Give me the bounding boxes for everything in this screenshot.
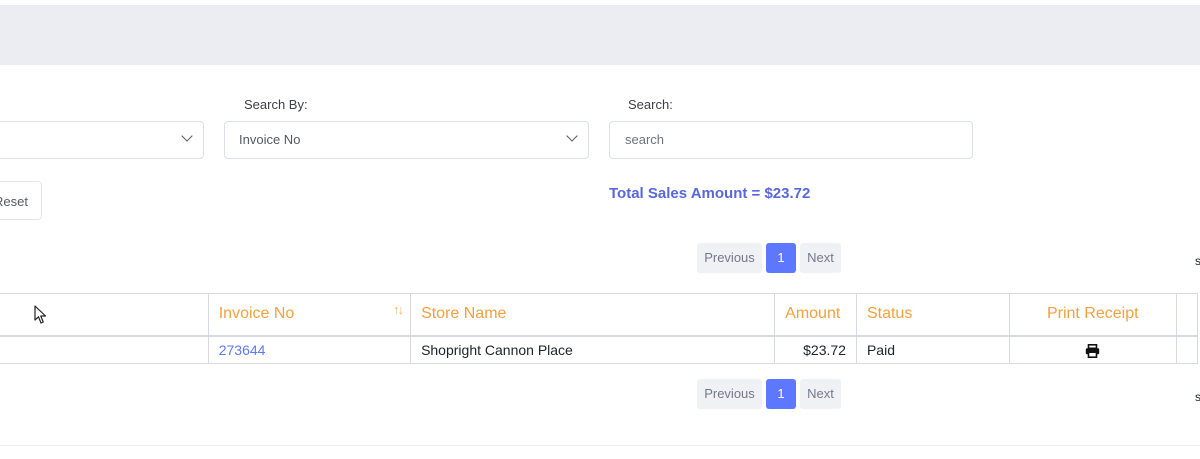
current-page-button[interactable]: 1 <box>766 379 796 409</box>
footer-divider <box>0 445 1200 446</box>
filter-select[interactable] <box>0 121 204 159</box>
next-page-button[interactable]: Next <box>800 243 841 273</box>
top-bar <box>0 5 1200 65</box>
amount-cell: $23.72 <box>774 335 857 364</box>
current-page-button[interactable]: 1 <box>766 243 796 273</box>
sort-arrows-icon[interactable]: ↑↓ <box>393 302 404 317</box>
table-row: 273644 Shopright Cannon Place $23.72 Pai… <box>0 335 1199 364</box>
edge-text-bottom: s <box>1195 390 1200 404</box>
column-header-amount[interactable]: Amount <box>774 293 857 337</box>
row-cell-overflow <box>1175 335 1199 364</box>
search-label: Search: <box>628 97 673 112</box>
invoice-no-value[interactable]: 273644 <box>219 342 266 358</box>
previous-page-button[interactable]: Previous <box>697 243 762 273</box>
store-name-cell: Shopright Cannon Place <box>410 335 776 364</box>
invoice-no-header-label: Invoice No <box>218 305 295 323</box>
next-page-button[interactable]: Next <box>800 379 841 409</box>
table-header-row: Invoice No ↑↓ Store Name Amount Status P… <box>0 293 1199 337</box>
edge-text-top: s <box>1195 254 1200 268</box>
column-header-overflow <box>1175 293 1199 337</box>
search-field <box>609 121 973 159</box>
search-by-select[interactable]: Invoice No <box>224 121 589 159</box>
row-cell-blank <box>0 335 209 364</box>
printer-icon[interactable] <box>1085 343 1100 358</box>
search-by-label: Search By: <box>244 97 308 112</box>
print-receipt-cell <box>1008 335 1177 364</box>
reset-button-label: Reset <box>0 194 28 209</box>
chevron-down-icon <box>566 130 578 142</box>
status-cell: Paid <box>855 335 1010 364</box>
reset-button[interactable]: Reset <box>0 181 42 220</box>
search-by-value: Invoice No <box>239 132 301 147</box>
mouse-cursor-icon <box>34 305 47 324</box>
previous-page-button[interactable]: Previous <box>697 379 762 409</box>
column-header-invoice-no[interactable]: Invoice No ↑↓ <box>207 293 412 337</box>
column-header-print-receipt: Print Receipt <box>1008 293 1177 337</box>
invoices-table: Invoice No ↑↓ Store Name Amount Status P… <box>0 293 1199 364</box>
total-sales-amount: Total Sales Amount = $23.72 <box>609 185 811 202</box>
column-header-blank <box>0 293 209 337</box>
column-header-status[interactable]: Status <box>855 293 1010 337</box>
invoice-no-link[interactable]: 273644 <box>207 335 412 364</box>
column-header-store-name[interactable]: Store Name <box>410 293 776 337</box>
chevron-down-icon <box>181 130 193 142</box>
search-input[interactable] <box>623 131 957 148</box>
